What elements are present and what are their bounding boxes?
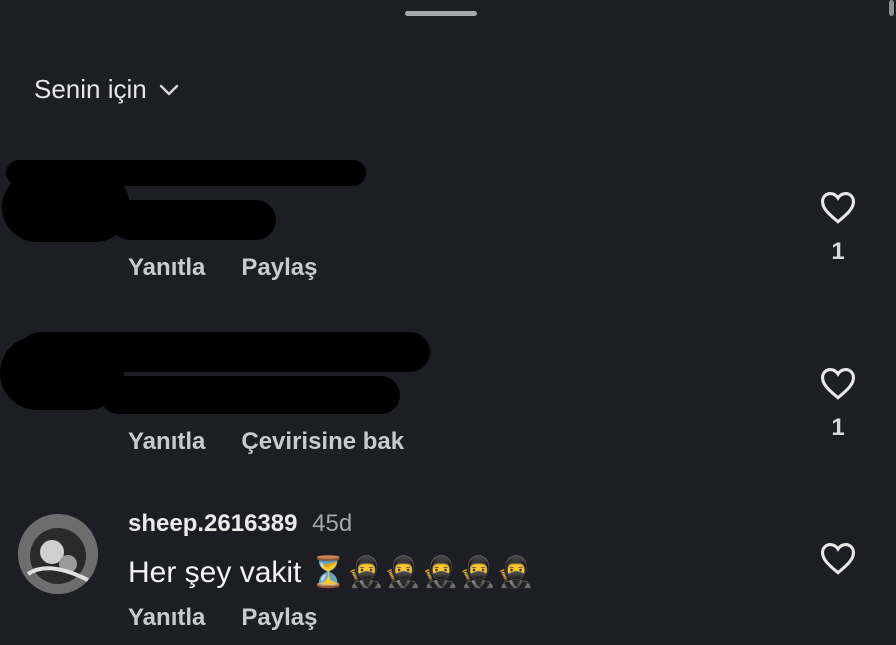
comment-meta: sheep.2616389 45d xyxy=(128,510,352,538)
comment-actions: Yanıtla Paylaş xyxy=(128,604,317,632)
heart-icon[interactable] xyxy=(819,190,857,224)
reply-button[interactable]: Yanıtla xyxy=(128,604,205,632)
redacted-block xyxy=(110,200,276,240)
drag-handle[interactable] xyxy=(405,11,477,16)
reply-button[interactable]: Yanıtla xyxy=(128,254,205,282)
comment-text: Her şey vakit ⏳🥷🥷🥷🥷🥷 xyxy=(128,556,534,589)
like-count: 1 xyxy=(831,238,845,265)
like-control xyxy=(818,541,858,589)
comments-sheet: Senin için Yanıtla Paylaş 1 Yanıtla Çevi… xyxy=(0,0,896,645)
see-translation-button[interactable]: Çevirisine bak xyxy=(241,428,404,456)
avatar[interactable] xyxy=(18,514,98,594)
scrollbar[interactable] xyxy=(889,0,894,16)
username[interactable]: sheep.2616389 xyxy=(128,510,297,537)
like-control: 1 xyxy=(818,190,858,266)
chevron-down-icon xyxy=(159,84,178,95)
share-button[interactable]: Paylaş xyxy=(241,254,317,282)
heart-icon[interactable] xyxy=(819,541,857,575)
like-count: 1 xyxy=(831,414,845,441)
avatar-image xyxy=(18,514,98,594)
share-button[interactable]: Paylaş xyxy=(241,604,317,632)
redacted-block xyxy=(2,172,130,242)
reply-button[interactable]: Yanıtla xyxy=(128,428,205,456)
like-control: 1 xyxy=(818,366,858,442)
redacted-block xyxy=(100,376,400,414)
comment-actions: Yanıtla Paylaş xyxy=(128,254,317,282)
timestamp: 45d xyxy=(312,510,353,537)
heart-icon[interactable] xyxy=(819,366,857,400)
sort-dropdown[interactable]: Senin için xyxy=(34,74,181,105)
sort-label: Senin için xyxy=(34,74,147,104)
comment-actions: Yanıtla Çevirisine bak xyxy=(128,428,404,456)
